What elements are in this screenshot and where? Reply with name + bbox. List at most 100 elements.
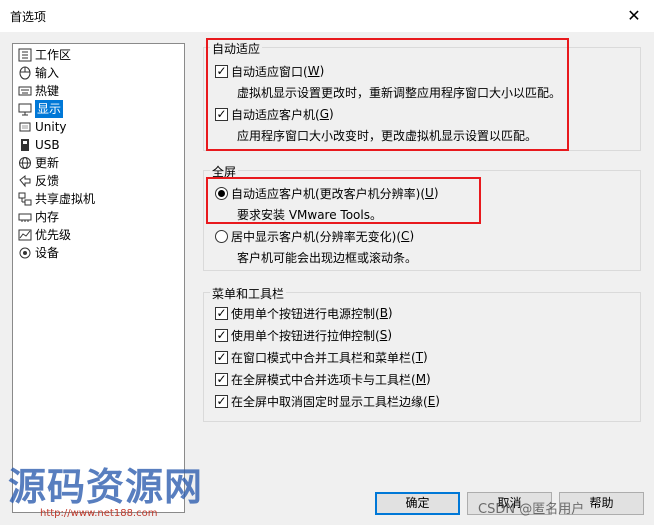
autofit-group-title: 自动适应 bbox=[210, 40, 263, 57]
watermark-logo: 源码资源网 bbox=[8, 464, 204, 509]
menu-toolbar-group-title: 菜单和工具栏 bbox=[210, 285, 287, 302]
sidebar-item-devices[interactable]: 设备 bbox=[17, 244, 59, 262]
mnemonic-key: M bbox=[415, 372, 427, 386]
sidebar-item-display[interactable]: 显示 bbox=[17, 100, 64, 118]
sidebar-item-label: Unity bbox=[35, 120, 67, 134]
radio-label: 居中显示客户机(分辨率无变化)( bbox=[231, 229, 402, 244]
fullscreen-group-title: 全屏 bbox=[210, 163, 239, 180]
checkbox-box[interactable]: ✓ bbox=[215, 372, 228, 386]
radio-button[interactable] bbox=[215, 229, 228, 243]
device-icon bbox=[17, 245, 33, 261]
sidebar-item-label: 设备 bbox=[35, 246, 60, 260]
sidebar-item-label: 输入 bbox=[35, 66, 60, 80]
sidebar-item-label: 优先级 bbox=[35, 228, 72, 242]
sidebar-item-label: 更新 bbox=[35, 156, 60, 170]
mnemonic-key: U bbox=[425, 186, 434, 200]
label-end: ) bbox=[409, 229, 415, 243]
checkbox-box[interactable]: ✓ bbox=[215, 350, 228, 364]
close-button[interactable]: ✕ bbox=[620, 3, 648, 29]
checkbox-box[interactable]: ✓ bbox=[215, 394, 228, 408]
title-bar: 首选项 ✕ bbox=[0, 0, 654, 32]
globe-icon bbox=[17, 155, 33, 171]
label-end: ) bbox=[435, 394, 440, 408]
sidebar-item-priority[interactable]: 优先级 bbox=[17, 226, 71, 244]
category-list[interactable]: 工作区 输入 热键 显示 Unity USB 更新 反馈 共享虚拟机 内存 优先… bbox=[12, 43, 185, 513]
sidebar-item-label: 显示 bbox=[35, 100, 64, 118]
check-icon: ✓ bbox=[216, 107, 227, 121]
autofit-guest-desc: 应用程序窗口大小改变时，更改虚拟机显示设置以匹配。 bbox=[237, 129, 538, 143]
unity-icon bbox=[17, 119, 33, 135]
label-end: ) bbox=[426, 372, 431, 386]
mnemonic-key: W bbox=[307, 64, 320, 78]
label-end: ) bbox=[433, 186, 439, 200]
sidebar-item-feedback[interactable]: 反馈 bbox=[17, 172, 59, 190]
mnemonic-key: T bbox=[415, 350, 424, 364]
label-end: ) bbox=[423, 350, 428, 364]
combine-tabs-toolbar-checkbox[interactable]: ✓ 在全屏模式中合并选项卡与工具栏(M) bbox=[215, 370, 431, 388]
sidebar-item-label: 工作区 bbox=[35, 48, 72, 62]
label-end: ) bbox=[387, 328, 392, 342]
ok-button[interactable]: 确定 bbox=[375, 492, 460, 515]
mnemonic-key: G bbox=[319, 107, 329, 121]
keyboard-icon bbox=[17, 83, 33, 99]
checkbox-label: 自动适应窗口( bbox=[231, 64, 308, 79]
radio-label: 自动适应客户机(更改客户机分辨率)( bbox=[231, 186, 426, 201]
show-toolbar-edge-checkbox[interactable]: ✓ 在全屏中取消固定时显示工具栏边缘(E) bbox=[215, 392, 440, 410]
sidebar-item-workspace[interactable]: 工作区 bbox=[17, 46, 71, 64]
check-icon: ✓ bbox=[216, 350, 227, 364]
csdn-watermark: CSDN @匿名用户 bbox=[478, 502, 585, 517]
feedback-icon bbox=[17, 173, 33, 189]
checkbox-box[interactable]: ✓ bbox=[215, 64, 228, 78]
usb-icon bbox=[17, 137, 33, 153]
checkbox-label: 在全屏中取消固定时显示工具栏边缘( bbox=[231, 394, 428, 409]
monitor-icon bbox=[17, 101, 33, 117]
mnemonic-key: E bbox=[427, 394, 436, 408]
mnemonic-key: C bbox=[401, 229, 410, 243]
memory-icon bbox=[17, 209, 33, 225]
checkbox-box[interactable]: ✓ bbox=[215, 107, 228, 121]
checkbox-box[interactable]: ✓ bbox=[215, 306, 228, 320]
combine-toolbar-menubar-checkbox[interactable]: ✓ 在窗口模式中合并工具栏和菜单栏(T) bbox=[215, 348, 428, 366]
sidebar-item-label: 共享虚拟机 bbox=[35, 192, 96, 206]
sidebar-item-label: 反馈 bbox=[35, 174, 60, 188]
sidebar-item-usb[interactable]: USB bbox=[17, 136, 60, 154]
watermark-url: http://www.net188.com bbox=[40, 508, 158, 519]
fullscreen-autofit-desc: 要求安装 VMware Tools。 bbox=[237, 208, 382, 222]
single-power-button-checkbox[interactable]: ✓ 使用单个按钮进行电源控制(B) bbox=[215, 304, 393, 322]
check-icon: ✓ bbox=[216, 394, 227, 408]
sidebar-item-hotkeys[interactable]: 热键 bbox=[17, 82, 59, 100]
fullscreen-autofit-radio[interactable]: 自动适应客户机(更改客户机分辨率)(U) bbox=[215, 184, 439, 202]
checkbox-label: 在全屏模式中合并选项卡与工具栏( bbox=[231, 372, 416, 387]
checkbox-box[interactable]: ✓ bbox=[215, 328, 228, 342]
fullscreen-center-desc: 客户机可能会出现边框或滚动条。 bbox=[237, 251, 418, 265]
autofit-window-checkbox[interactable]: ✓ 自动适应窗口(W) bbox=[215, 62, 324, 80]
radio-dot-icon bbox=[218, 189, 225, 197]
sidebar-item-unity[interactable]: Unity bbox=[17, 118, 67, 136]
label-end: ) bbox=[387, 306, 393, 320]
autofit-guest-checkbox[interactable]: ✓ 自动适应客户机(G) bbox=[215, 105, 334, 123]
mouse-icon bbox=[17, 65, 33, 81]
workspace-icon bbox=[17, 47, 33, 63]
check-icon: ✓ bbox=[216, 372, 227, 386]
priority-icon bbox=[17, 227, 33, 243]
sidebar-item-label: 热键 bbox=[35, 84, 60, 98]
autofit-window-desc: 虚拟机显示设置更改时，重新调整应用程序窗口大小以匹配。 bbox=[237, 86, 562, 100]
radio-button[interactable] bbox=[215, 186, 228, 200]
check-icon: ✓ bbox=[216, 64, 227, 78]
fullscreen-center-radio[interactable]: 居中显示客户机(分辨率无变化)(C) bbox=[215, 227, 414, 245]
shared-vm-icon bbox=[17, 191, 33, 207]
checkbox-label: 使用单个按钮进行电源控制( bbox=[231, 306, 380, 321]
label-end: ) bbox=[319, 64, 325, 78]
mnemonic-key: B bbox=[379, 306, 388, 320]
check-icon: ✓ bbox=[216, 306, 227, 320]
sidebar-item-shared-vms[interactable]: 共享虚拟机 bbox=[17, 190, 95, 208]
single-stretch-button-checkbox[interactable]: ✓ 使用单个按钮进行拉伸控制(S) bbox=[215, 326, 392, 344]
sidebar-item-input[interactable]: 输入 bbox=[17, 64, 59, 82]
sidebar-item-memory[interactable]: 内存 bbox=[17, 208, 59, 226]
window-title: 首选项 bbox=[10, 10, 47, 24]
sidebar-item-update[interactable]: 更新 bbox=[17, 154, 59, 172]
checkbox-label: 使用单个按钮进行拉伸控制( bbox=[231, 328, 380, 343]
label-end: ) bbox=[329, 107, 334, 121]
sidebar-item-label: USB bbox=[35, 138, 60, 152]
sidebar-item-label: 内存 bbox=[35, 210, 60, 224]
